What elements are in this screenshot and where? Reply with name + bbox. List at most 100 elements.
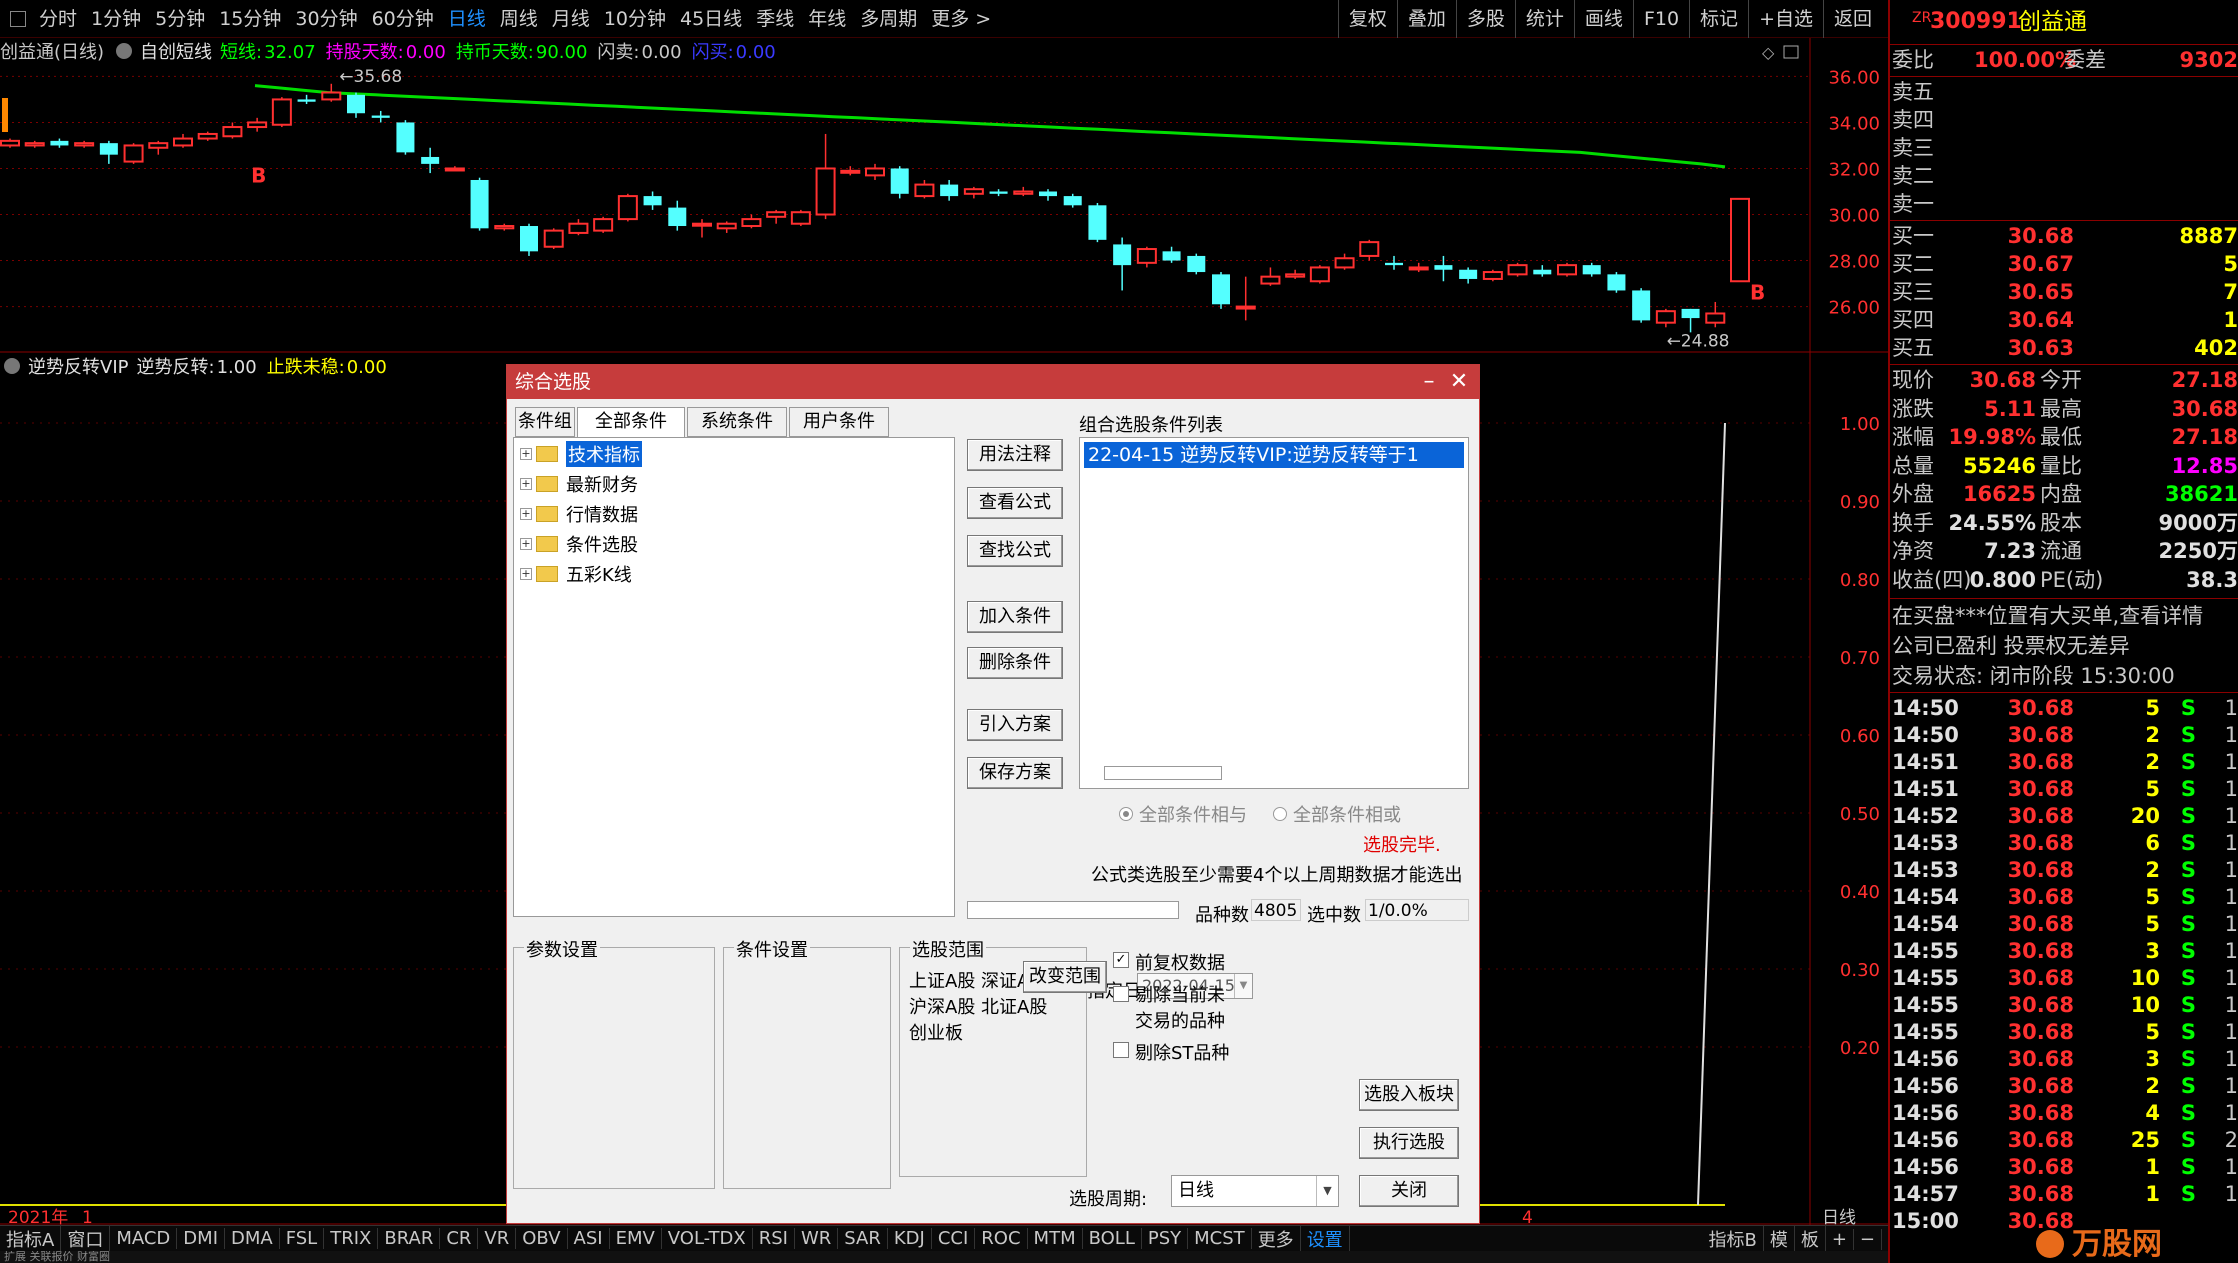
indicator-tab[interactable]: CCI — [932, 1228, 976, 1249]
period-tab[interactable]: 分时 — [32, 0, 84, 38]
indicator-tab[interactable]: CR — [440, 1228, 479, 1249]
period-tab[interactable]: 60分钟 — [365, 0, 441, 38]
adjust-checkbox[interactable]: ✓ 前复权数据 — [1113, 949, 1225, 975]
expand-icon[interactable]: + — [520, 478, 532, 490]
side-button[interactable]: 引入方案 — [967, 709, 1063, 741]
tab-user[interactable]: 用户条件 — [789, 407, 889, 437]
toolbar-action-button[interactable]: 返回 — [1822, 0, 1882, 38]
settings-circle-icon[interactable] — [116, 43, 133, 59]
toolbar-action-button[interactable]: 叠加 — [1396, 0, 1456, 38]
toolbar-action-button[interactable]: 复权 — [1337, 0, 1397, 38]
indicator-tab[interactable]: VOL-TDX — [662, 1228, 753, 1249]
diamond-icon[interactable]: ◇ — [1762, 43, 1775, 62]
indicator-tab[interactable]: 窗口 — [61, 1225, 111, 1252]
period-tab[interactable]: 年线 — [801, 0, 853, 38]
period-tab[interactable]: 日线 — [441, 0, 493, 38]
period-tab[interactable]: 10分钟 — [597, 0, 673, 38]
tree-node[interactable]: + 最新财务 — [520, 470, 638, 498]
indicator-name[interactable]: 逆势反转VIP — [28, 353, 128, 379]
exclude-untradable-checkbox[interactable]: 剔除当前未交易的品种 — [1113, 983, 1233, 1035]
kline-indicator-name[interactable]: 自创短线 — [140, 38, 212, 64]
period-tab[interactable]: 多周期 — [853, 0, 924, 38]
minimize-icon[interactable]: – — [1415, 365, 1443, 399]
news-text[interactable]: 在买盘***位置有大买单,查看详情 — [1892, 602, 2203, 630]
indicator-tab[interactable]: MACD — [110, 1228, 178, 1249]
change-range-button[interactable]: 改变范围 — [1023, 961, 1107, 993]
indicator-tab[interactable]: DMA — [225, 1228, 280, 1249]
indicator-tab[interactable]: 更多 — [1252, 1225, 1301, 1252]
expand-icon[interactable]: + — [520, 448, 532, 460]
side-button[interactable]: 查找公式 — [967, 535, 1063, 567]
radio-or[interactable]: 全部条件相或 — [1273, 801, 1401, 827]
side-button[interactable]: 加入条件 — [967, 601, 1063, 633]
horizontal-scrollbar[interactable] — [1104, 766, 1222, 780]
indicator-tab[interactable]: MCST — [1188, 1228, 1252, 1249]
indicator-tab[interactable]: TRIX — [324, 1228, 379, 1249]
close-icon[interactable]: ✕ — [1445, 365, 1473, 399]
indicator-tab[interactable]: MTM — [1028, 1228, 1083, 1249]
tree-node[interactable]: + 五彩K线 — [520, 560, 632, 588]
settings-circle-icon[interactable] — [4, 358, 20, 374]
period-tab[interactable]: 45日线 — [673, 0, 749, 38]
menu-icon[interactable] — [10, 10, 26, 27]
indicator-tab[interactable]: OBV — [516, 1228, 568, 1249]
exclude-st-checkbox[interactable]: 剔除ST品种 — [1113, 1039, 1229, 1065]
radio-and[interactable]: 全部条件相与 — [1119, 801, 1247, 827]
toolbar-action-button[interactable]: 统计 — [1514, 0, 1574, 38]
tab-system[interactable]: 系统条件 — [687, 407, 787, 437]
bottom-right-tab[interactable]: + — [1826, 1228, 1854, 1250]
period-tab[interactable]: 月线 — [545, 0, 597, 38]
dialog-titlebar[interactable]: 综合选股 – ✕ — [507, 365, 1479, 399]
condition-item[interactable]: 22-04-15 逆势反转VIP:逆势反转等于1 — [1084, 442, 1464, 468]
expand-icon[interactable]: + — [520, 538, 532, 550]
indicator-tab[interactable]: VR — [478, 1228, 517, 1249]
bottom-right-tab[interactable]: − — [1854, 1228, 1882, 1250]
chevron-down-icon[interactable]: ▼ — [1316, 1176, 1338, 1206]
expand-icon[interactable]: + — [520, 568, 532, 580]
bottom-right-tab[interactable]: 板 — [1795, 1226, 1826, 1252]
indicator-tab[interactable]: 指标A — [0, 1225, 62, 1252]
side-button[interactable]: 查看公式 — [967, 487, 1063, 519]
period-select[interactable]: 日线 ▼ — [1171, 1175, 1339, 1207]
execute-button[interactable]: 执行选股 — [1359, 1127, 1459, 1159]
indicator-tab[interactable]: RSI — [753, 1228, 795, 1249]
kline-chart[interactable]: 36.00 34.00 32.00 30.00 28.00 26.00 ←35.68 ←24.… — [0, 38, 1888, 353]
period-tab[interactable]: 周线 — [493, 0, 545, 38]
bottom-right-tab[interactable]: 模 — [1764, 1226, 1795, 1252]
side-button[interactable]: 删除条件 — [967, 647, 1063, 679]
tree-node[interactable]: + 技术指标 — [520, 440, 642, 468]
indicator-tab[interactable]: FSL — [280, 1228, 325, 1249]
period-tab[interactable]: 更多 > — [924, 0, 998, 38]
expand-icon[interactable]: + — [520, 508, 532, 520]
toolbar-action-button[interactable]: F10 — [1632, 0, 1689, 38]
chevron-down-icon[interactable]: ▼ — [1234, 974, 1252, 998]
period-tab[interactable]: 30分钟 — [288, 0, 364, 38]
indicator-tab[interactable]: BOLL — [1083, 1228, 1142, 1249]
indicator-tab[interactable]: KDJ — [888, 1228, 932, 1249]
period-tab[interactable]: 15分钟 — [212, 0, 288, 38]
indicator-tab[interactable]: PSY — [1142, 1228, 1189, 1249]
toolbar-action-button[interactable]: +自选 — [1748, 0, 1823, 38]
toolbar-action-button[interactable]: 标记 — [1689, 0, 1748, 38]
tab-all[interactable]: 全部条件 — [577, 407, 685, 439]
tree-node[interactable]: + 条件选股 — [520, 530, 638, 558]
toolbar-action-button[interactable]: 多股 — [1455, 0, 1515, 38]
side-button[interactable]: 保存方案 — [967, 757, 1063, 789]
tab-group[interactable]: 条件组 — [515, 407, 575, 437]
indicator-tab[interactable]: EMV — [610, 1228, 662, 1249]
window-icon[interactable] — [1783, 45, 1799, 59]
bottom-right-tab[interactable]: 指标B — [1702, 1226, 1764, 1252]
close-button[interactable]: 关闭 — [1359, 1175, 1459, 1207]
period-tab[interactable]: 季线 — [749, 0, 801, 38]
indicator-tab[interactable]: WR — [795, 1228, 839, 1249]
indicator-tab[interactable]: ROC — [975, 1228, 1028, 1249]
period-tab[interactable]: 1分钟 — [84, 0, 148, 38]
toolbar-action-button[interactable]: 画线 — [1573, 0, 1633, 38]
tree-node[interactable]: + 行情数据 — [520, 500, 638, 528]
period-tab[interactable]: 5分钟 — [148, 0, 212, 38]
news-text[interactable]: 公司已盈利 投票权无差异 — [1892, 632, 2130, 660]
indicator-tab[interactable]: 设置 — [1301, 1225, 1350, 1252]
indicator-tab[interactable]: DMI — [177, 1228, 225, 1249]
to-block-button[interactable]: 选股入板块 — [1359, 1079, 1459, 1111]
side-button[interactable]: 用法注释 — [967, 439, 1063, 471]
